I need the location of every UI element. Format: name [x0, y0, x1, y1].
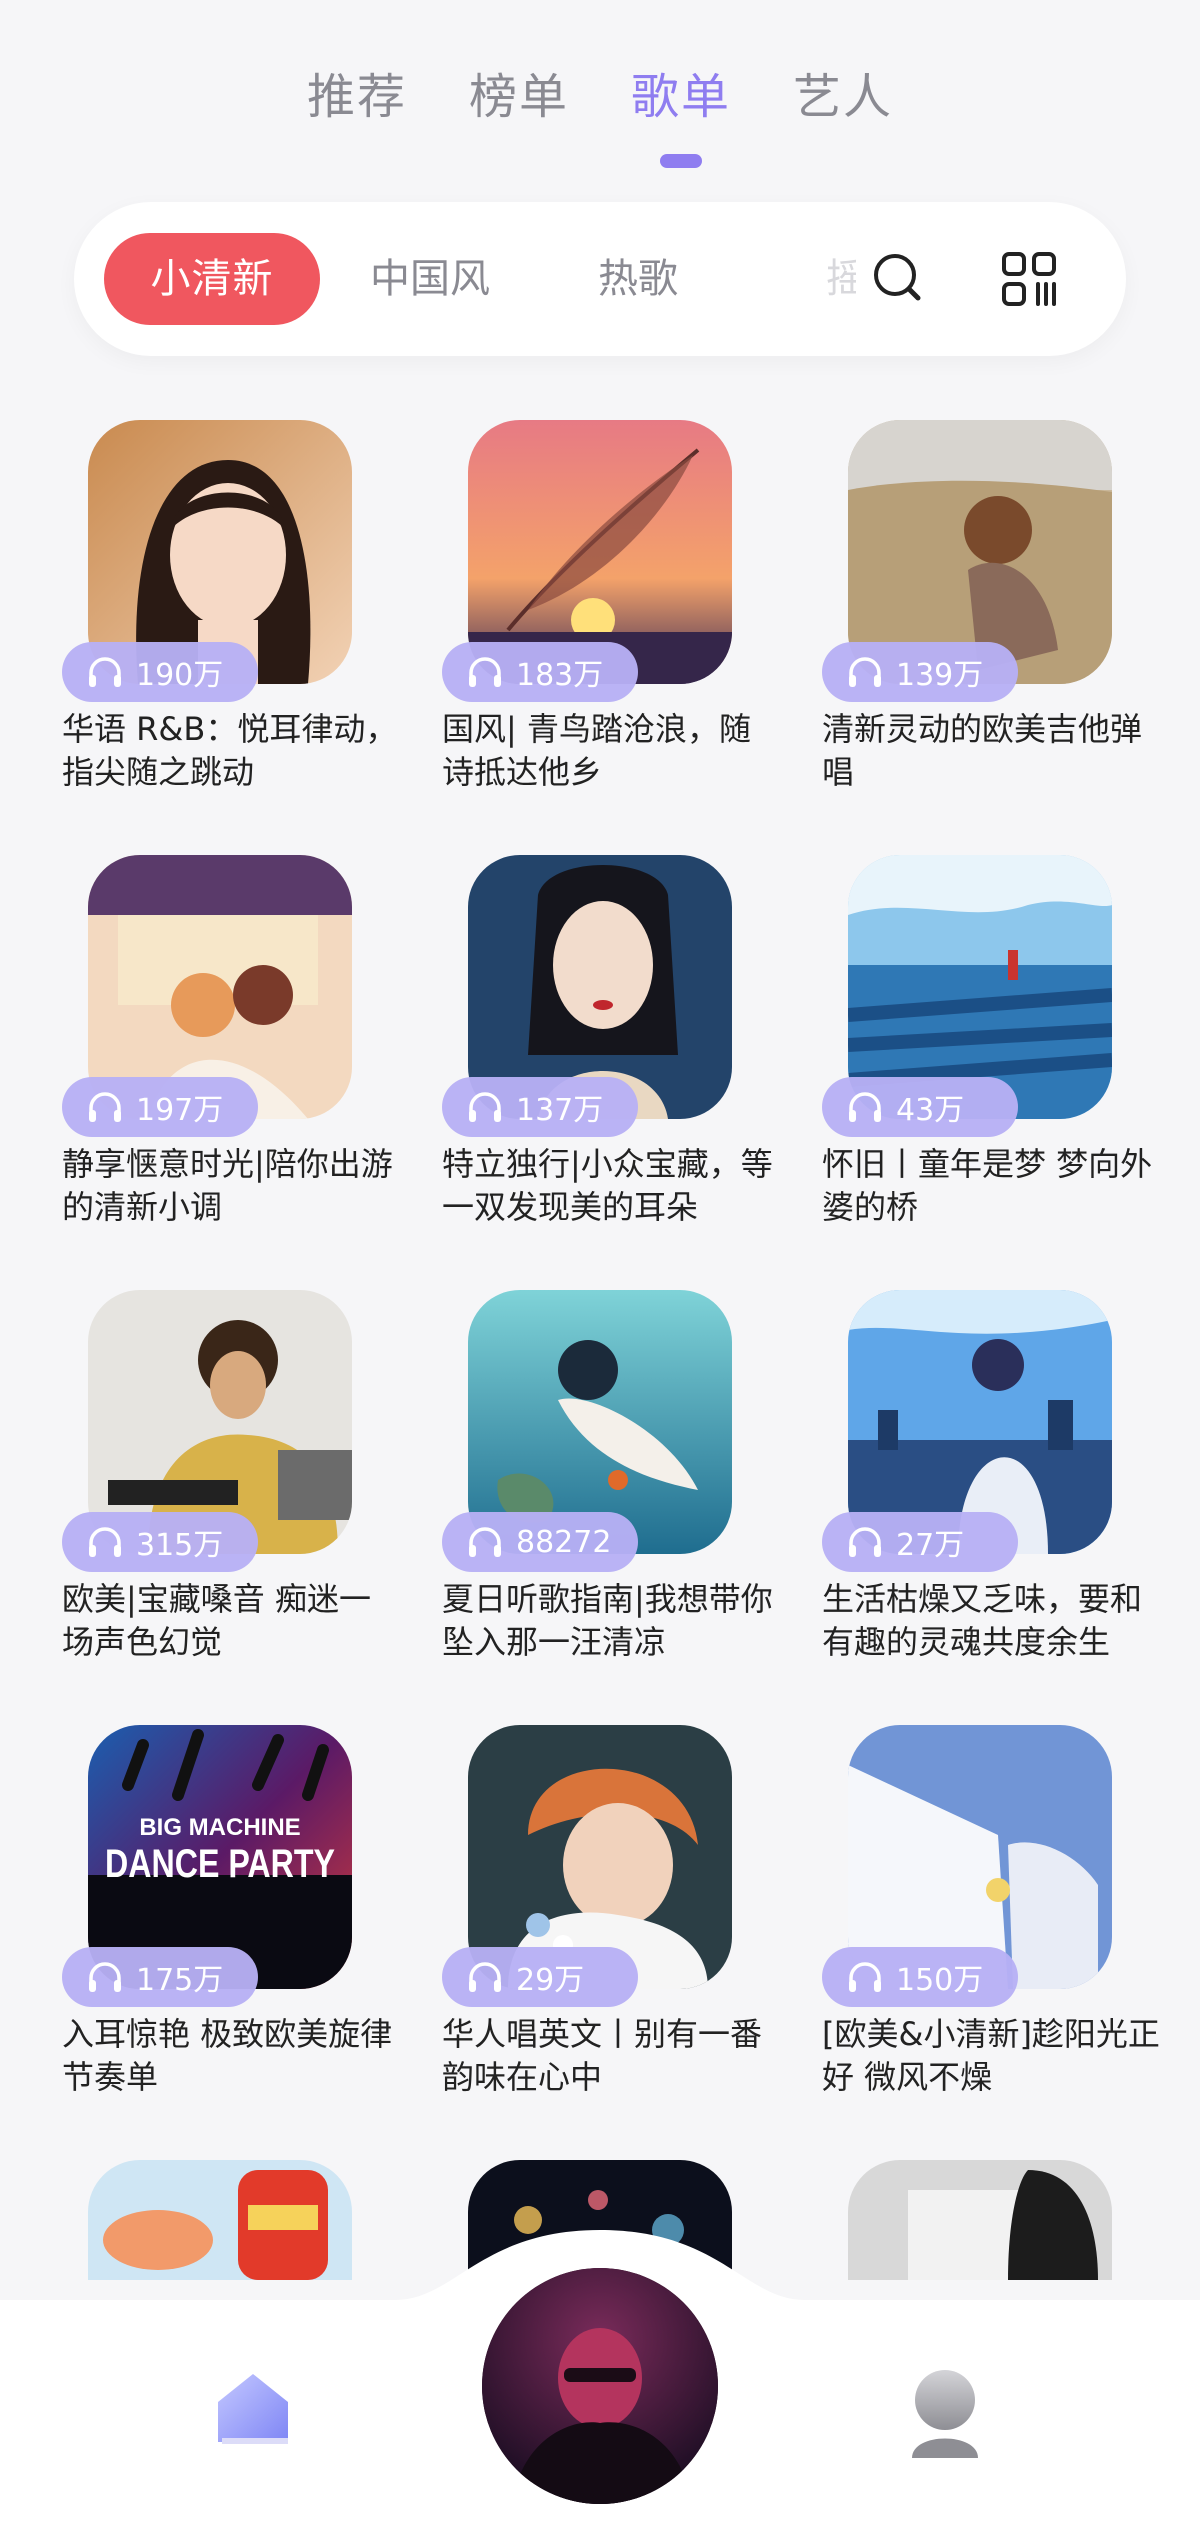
play-count-badge: 150万 [822, 1947, 1018, 2007]
nav-profile-button[interactable] [900, 2362, 990, 2462]
category-grid-button[interactable] [994, 244, 1064, 314]
playlist-title[interactable]: 华语 R&B：悦耳律动，指尖随之跳动 [62, 708, 402, 794]
dance-cover-line2: DANCE PARTY [105, 1842, 335, 1886]
category-item-chinese-style[interactable]: 中国风 [370, 233, 490, 325]
playlist-title[interactable]: 特立独行|小众宝藏，等一双发现美的耳朵 [442, 1143, 782, 1229]
headphones-icon [849, 1527, 881, 1557]
play-count: 190万 [136, 658, 224, 693]
play-count: 88272 [516, 1524, 612, 1560]
now-playing-button[interactable] [482, 2268, 718, 2504]
play-count: 175万 [136, 1963, 224, 1998]
play-count: 315万 [136, 1528, 224, 1563]
tab-recommend[interactable]: 推荐 [307, 62, 407, 132]
play-count: 150万 [896, 1963, 984, 1998]
category-bar: 小清新 中国风 热歌 摇 [74, 202, 1126, 356]
play-count: 137万 [516, 1093, 604, 1128]
playlist-title[interactable]: 夏日听歌指南|我想带你坠入那一汪清凉 [442, 1578, 782, 1664]
headphones-icon [89, 1092, 121, 1122]
play-count: 139万 [896, 658, 984, 693]
playlist-title[interactable]: [欧美&小清新]趁阳光正好 微风不燥 [822, 2013, 1162, 2099]
play-count: 197万 [136, 1093, 224, 1128]
tab-artists[interactable]: 艺人 [793, 62, 893, 132]
playlist-title[interactable]: 生活枯燥又乏味，要和有趣的灵魂共度余生 [822, 1578, 1162, 1664]
play-count-badge: 27万 [822, 1512, 1018, 1572]
top-tab-bar: 推荐 榜单 歌单 艺人 [0, 62, 1200, 168]
play-count-badge: 29万 [442, 1947, 638, 2007]
headphones-icon [469, 1092, 501, 1122]
play-count-badge: 43万 [822, 1077, 1018, 1137]
play-count-badge: 88272 [442, 1512, 638, 1572]
play-count-badge: 139万 [822, 642, 1018, 702]
headphones-icon [89, 1527, 121, 1557]
play-count-badge: 190万 [62, 642, 258, 702]
headphones-icon [469, 1527, 501, 1557]
category-item-partial[interactable]: 摇 [826, 242, 856, 316]
tab-charts[interactable]: 榜单 [469, 62, 569, 132]
playlist-title[interactable]: 入耳惊艳 极致欧美旋律节奏单 [62, 2013, 402, 2099]
play-count-badge: 315万 [62, 1512, 258, 1572]
search-icon [874, 254, 921, 301]
headphones-icon [469, 657, 501, 687]
playlist-title[interactable]: 国风| 青鸟踏沧浪，随诗抵达他乡 [442, 708, 782, 794]
category-selected[interactable]: 小清新 [104, 233, 320, 325]
play-count-badge: 137万 [442, 1077, 638, 1137]
headphones-icon [89, 1962, 121, 1992]
play-count: 27万 [896, 1528, 965, 1563]
play-count: 43万 [896, 1093, 965, 1128]
play-count: 183万 [516, 658, 604, 693]
profile-icon [912, 2370, 978, 2458]
play-count-badge: 197万 [62, 1077, 258, 1137]
playlist-title[interactable]: 欧美|宝藏嗓音 痴迷一场声色幻觉 [62, 1578, 402, 1664]
headphones-icon [849, 657, 881, 687]
bottom-navigation [0, 2230, 1200, 2542]
search-button[interactable] [864, 244, 934, 314]
category-item-hot-songs[interactable]: 热歌 [598, 233, 678, 325]
headphones-icon [469, 1962, 501, 1992]
headphones-icon [849, 1092, 881, 1122]
dance-cover-line1: BIG MACHINE [139, 1814, 300, 1841]
grid-icon [1002, 252, 1056, 306]
headphones-icon [849, 1962, 881, 1992]
tab-playlists[interactable]: 歌单 [631, 62, 732, 168]
active-tab-indicator [660, 154, 702, 168]
nav-home-button[interactable] [208, 2362, 298, 2452]
play-count-badge: 175万 [62, 1947, 258, 2007]
play-count-badge: 183万 [442, 642, 638, 702]
headphones-icon [89, 657, 121, 687]
home-icon [218, 2374, 288, 2444]
playlist-title[interactable]: 怀旧丨童年是梦 梦向外婆的桥 [822, 1143, 1162, 1229]
tab-playlists-label: 歌单 [631, 69, 732, 125]
playlist-title[interactable]: 华人唱英文丨别有一番韵味在心中 [442, 2013, 782, 2099]
playlist-title[interactable]: 清新灵动的欧美吉他弹唱 [822, 708, 1162, 794]
play-count: 29万 [516, 1963, 585, 1998]
playlist-title[interactable]: 静享惬意时光|陪你出游的清新小调 [62, 1143, 402, 1229]
now-playing-cover-icon [482, 2268, 718, 2504]
